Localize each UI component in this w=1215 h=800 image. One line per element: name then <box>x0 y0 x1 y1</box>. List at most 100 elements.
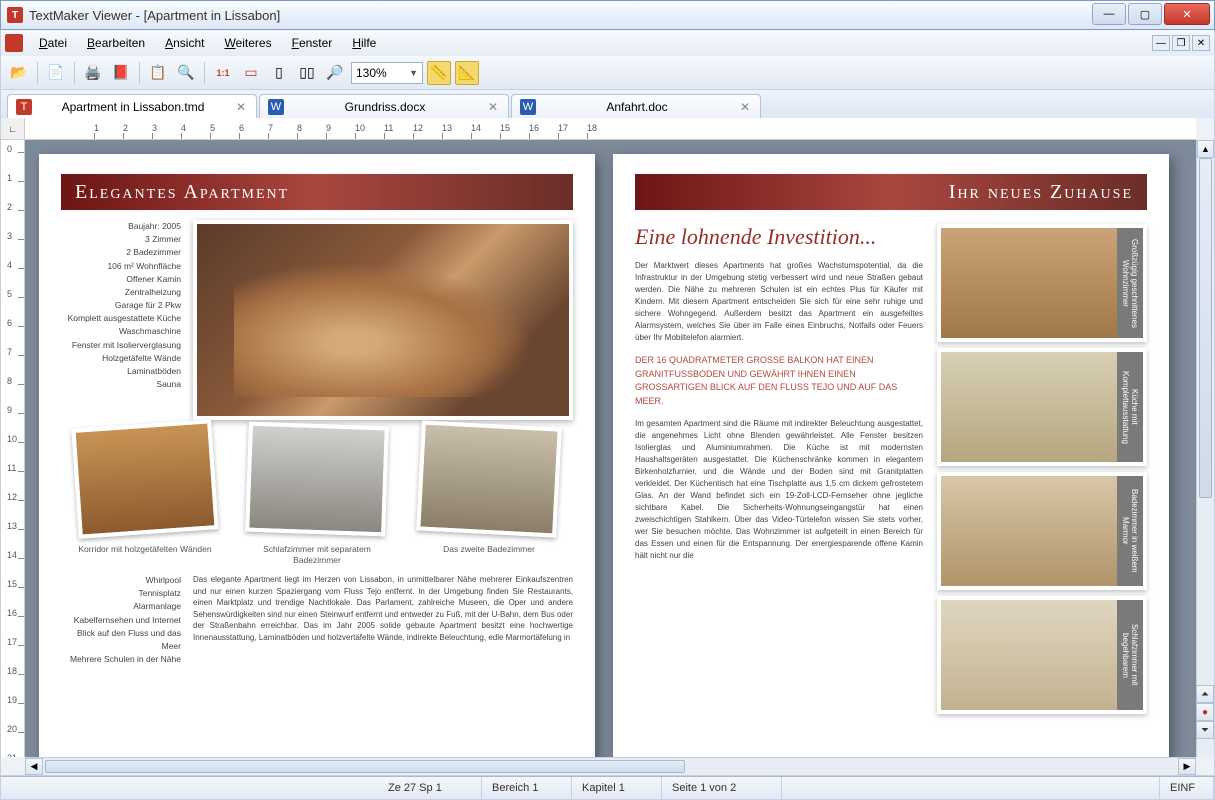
room-image <box>941 352 1117 462</box>
doc-file-icon: W <box>520 99 536 115</box>
window-titlebar: T TextMaker Viewer - [Apartment in Lissa… <box>0 0 1215 30</box>
room-label: Badezimmer in weißem Marmor <box>1117 476 1143 586</box>
page2-para2: Im gesamten Apartment sind die Räume mit… <box>635 418 923 562</box>
scroll-up-button[interactable]: ▲ <box>1197 140 1214 158</box>
zoom-level-select[interactable]: 130% ▼ <box>351 62 423 84</box>
tab-label: Grundriss.docx <box>292 100 478 114</box>
room-image <box>941 476 1117 586</box>
scroll-track[interactable] <box>1197 158 1214 685</box>
thumbnail-caption: Korridor mit holzgetäfelten Wänden <box>75 544 215 555</box>
page1-banner: Elegantes Apartment <box>61 174 573 210</box>
ruler-corner: ∟ <box>1 118 25 140</box>
app-menu-icon[interactable] <box>5 34 23 52</box>
ruler-button[interactable]: 📏 <box>427 61 451 85</box>
toolbar-separator <box>139 62 140 84</box>
thumbnail-image <box>245 422 389 537</box>
menu-datei[interactable]: Datei <box>31 33 75 53</box>
view-single-button[interactable]: ▯ <box>267 61 291 85</box>
tab-grundriss[interactable]: W Grundriss.docx ✕ <box>259 94 509 118</box>
view-actual-size-button[interactable]: 1:1 <box>211 61 235 85</box>
tab-close-button[interactable]: ✕ <box>234 100 248 114</box>
vertical-ruler[interactable]: 0123456789101112131415161718192021 <box>1 140 25 757</box>
app-icon: T <box>7 7 23 23</box>
thumbnail-caption: Schlafzimmer mit separatem Badezimmer <box>247 544 387 566</box>
room-card-1: Großzügig geschnittenes Wohnzimmer <box>937 224 1147 342</box>
view-two-page-button[interactable]: ▯▯ <box>295 61 319 85</box>
menu-fenster[interactable]: Fenster <box>284 33 341 53</box>
docx-file-icon: W <box>268 99 284 115</box>
page-2: Ihr neues Zuhause Eine lohnende Investit… <box>613 154 1169 757</box>
description-text: Das elegante Apartment liegt im Herzen v… <box>193 574 573 666</box>
page2-banner: Ihr neues Zuhause <box>635 174 1147 210</box>
menu-ansicht[interactable]: Ansicht <box>157 33 212 53</box>
room-card-4: Schlafzimmer mit begehbarem <box>937 596 1147 714</box>
mdi-close-button[interactable]: ✕ <box>1192 35 1210 51</box>
page2-headline: Eine lohnende Investition... <box>635 224 923 250</box>
find-button[interactable]: 🔍 <box>174 61 198 85</box>
close-button[interactable]: ✕ <box>1164 3 1210 25</box>
scroll-thumb[interactable] <box>1199 158 1212 498</box>
thumbnail-image <box>71 419 218 538</box>
hero-image <box>193 220 573 420</box>
tab-apartment-lissabon[interactable]: T Apartment in Lissabon.tmd ✕ <box>7 94 257 118</box>
minimize-button[interactable]: — <box>1092 3 1126 25</box>
zoom-tool-button[interactable]: 🔎 <box>323 61 347 85</box>
scroll-left-button[interactable]: ◀ <box>25 758 43 775</box>
room-image <box>941 600 1117 710</box>
document-tabs: T Apartment in Lissabon.tmd ✕ W Grundris… <box>0 90 1215 118</box>
room-label: Schlafzimmer mit begehbarem <box>1117 600 1143 710</box>
mdi-minimize-button[interactable]: — <box>1152 35 1170 51</box>
room-label: Küche mit Komplettausstattung <box>1117 352 1143 462</box>
tab-label: Apartment in Lissabon.tmd <box>40 100 226 114</box>
menu-hilfe[interactable]: Hilfe <box>344 33 384 53</box>
thumbnail-3: Das zweite Badezimmer <box>419 424 559 555</box>
horizontal-scrollbar[interactable]: ◀ ▶ <box>25 757 1196 775</box>
thumbnail-image <box>416 420 562 537</box>
room-label: Großzügig geschnittenes Wohnzimmer <box>1117 228 1143 338</box>
tab-label: Anfahrt.doc <box>544 100 730 114</box>
room-card-2: Küche mit Komplettausstattung <box>937 348 1147 466</box>
feature-list-2: WhirlpoolTennisplatzAlarmanlageKabelfern… <box>61 574 181 666</box>
window-title: TextMaker Viewer - [Apartment in Lissabo… <box>29 8 280 23</box>
document-canvas[interactable]: Elegantes Apartment Baujahr: 20053 Zimme… <box>25 140 1196 757</box>
new-page-button[interactable]: 📄 <box>44 61 68 85</box>
browse-object-button[interactable]: ● <box>1196 703 1214 721</box>
thumbnail-caption: Das zweite Badezimmer <box>419 544 559 555</box>
thumbnail-1: Korridor mit holzgetäfelten Wänden <box>75 424 215 555</box>
room-card-3: Badezimmer in weißem Marmor <box>937 472 1147 590</box>
status-kapitel: Kapitel 1 <box>572 777 662 799</box>
tab-close-button[interactable]: ✕ <box>486 100 500 114</box>
status-seite: Seite 1 von 2 <box>662 777 782 799</box>
next-page-button[interactable]: ⏷ <box>1196 721 1214 739</box>
toolbar-separator <box>37 62 38 84</box>
pdf-export-button[interactable]: 📕 <box>109 61 133 85</box>
feature-list: Baujahr: 20053 Zimmer2 Badezimmer106 m² … <box>61 220 181 420</box>
copy-button[interactable]: 📋 <box>146 61 170 85</box>
view-page-button[interactable]: ▭ <box>239 61 263 85</box>
chevron-down-icon: ▼ <box>409 68 418 78</box>
tab-anfahrt[interactable]: W Anfahrt.doc ✕ <box>511 94 761 118</box>
status-insert-mode[interactable]: EINF <box>1160 777 1214 799</box>
open-button[interactable]: 📂 <box>7 61 31 85</box>
scroll-right-button[interactable]: ▶ <box>1178 758 1196 775</box>
workspace: ∟ 123456789101112131415161718 0123456789… <box>0 118 1215 776</box>
menu-weiteres[interactable]: Weiteres <box>216 33 279 53</box>
room-image <box>941 228 1117 338</box>
vertical-scrollbar[interactable]: ▲ ▼ ⏶ ● ⏷ <box>1196 140 1214 757</box>
menu-bearbeiten[interactable]: Bearbeiten <box>79 33 153 53</box>
prev-page-button[interactable]: ⏶ <box>1196 685 1214 703</box>
maximize-button[interactable]: ▢ <box>1128 3 1162 25</box>
scroll-thumb[interactable] <box>45 760 685 773</box>
status-position: Ze 27 Sp 1 <box>378 777 482 799</box>
page2-callout: DER 16 QUADRATMETER GROSSE BALKON HAT EI… <box>635 354 923 408</box>
thumbnail-2: Schlafzimmer mit separatem Badezimmer <box>247 424 387 566</box>
toolbar: 📂 📄 🖨️ 📕 📋 🔍 1:1 ▭ ▯ ▯▯ 🔎 130% ▼ 📏 📐 <box>0 56 1215 90</box>
tab-close-button[interactable]: ✕ <box>738 100 752 114</box>
mdi-restore-button[interactable]: ❐ <box>1172 35 1190 51</box>
status-bereich: Bereich 1 <box>482 777 572 799</box>
statusbar: Ze 27 Sp 1 Bereich 1 Kapitel 1 Seite 1 v… <box>0 776 1215 800</box>
print-button[interactable]: 🖨️ <box>81 61 105 85</box>
toolbar-separator <box>74 62 75 84</box>
vertical-ruler-button[interactable]: 📐 <box>455 61 479 85</box>
horizontal-ruler[interactable]: 123456789101112131415161718 <box>25 118 1196 140</box>
